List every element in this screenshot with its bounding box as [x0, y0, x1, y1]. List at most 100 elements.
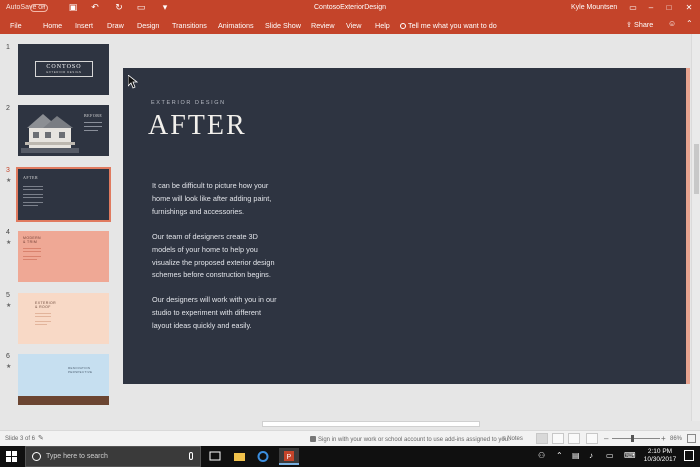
slide-sorter-view-icon[interactable] [552, 433, 564, 444]
people-icon[interactable]: ⚇ [538, 451, 545, 460]
zoom-in-icon[interactable]: + [661, 434, 666, 443]
paragraph-2-line: visualize the proposed exterior design [152, 257, 275, 267]
mouse-cursor-icon [128, 75, 138, 89]
collapse-ribbon-icon[interactable]: ⌃ [686, 19, 693, 28]
paragraph-2-line: models of your home to help you [152, 244, 258, 254]
thumbnail-2-title: BEFORE [84, 113, 103, 118]
thumbnail-4-text-line [23, 259, 37, 260]
slide-thumbnail-2[interactable]: BEFORE [18, 105, 109, 156]
notes-pane-divider [0, 421, 700, 430]
edge-browser-icon[interactable] [253, 448, 273, 465]
maximize-icon[interactable]: □ [662, 1, 676, 14]
thumbnail-2-text-line [84, 126, 102, 127]
slide-thumbnail-5[interactable]: EXTERIOR & ROOF [18, 293, 109, 344]
animation-star-icon: ★ [6, 364, 12, 370]
file-explorer-icon[interactable] [229, 448, 249, 465]
thumbnail-5-text-line [35, 321, 51, 322]
thumbnail-1-title-box: CONTOSO EXTERIOR DESIGN [35, 61, 93, 77]
show-hidden-icons-icon[interactable]: ⌃ [556, 451, 563, 460]
action-center-icon[interactable] [684, 450, 694, 461]
spell-check-icon[interactable]: ✎ [38, 434, 47, 443]
feedback-smiley-icon[interactable]: ☺ [668, 19, 676, 28]
fit-slide-icon[interactable] [687, 434, 696, 443]
tab-draw[interactable]: Draw [107, 21, 124, 30]
slide-paragraph-2[interactable]: Our team of designers create 3D models o… [152, 231, 292, 282]
tab-animations[interactable]: Animations [218, 21, 254, 30]
thumbnail-5-text-line [35, 316, 51, 317]
tab-view[interactable]: View [346, 21, 361, 30]
scrollbar-thumb[interactable] [694, 144, 699, 194]
thumbnail-2-text-line [84, 130, 98, 131]
clock-time: 2:10 PM [647, 448, 673, 455]
tab-insert[interactable]: Insert [75, 21, 93, 30]
signin-message[interactable]: Sign in with your work or school account… [310, 436, 510, 443]
thumbnail-5-text-line [35, 324, 47, 325]
clock-date: 10/30/2017 [643, 456, 677, 463]
thumbnail-4-text-line [23, 256, 41, 257]
reading-view-icon[interactable] [568, 433, 580, 444]
normal-view-icon[interactable] [536, 433, 548, 444]
slide-paragraph-1[interactable]: It can be difficult to picture how your … [152, 180, 292, 218]
tab-design[interactable]: Design [137, 21, 159, 30]
input-indicator-icon[interactable]: ⌨ [624, 451, 636, 460]
animation-star-icon: ★ [6, 178, 12, 184]
ribbon-tabs: File Home Insert Draw Design Transitions… [0, 16, 700, 34]
tab-transitions[interactable]: Transitions [172, 21, 207, 30]
tab-home[interactable]: Home [43, 21, 62, 30]
slide-paragraph-3[interactable]: Our designers will work with you in our … [152, 294, 292, 332]
thumbnail-number-3: 3 [6, 167, 10, 174]
svg-text:P: P [287, 454, 292, 461]
vertical-scrollbar[interactable] [691, 34, 700, 421]
tab-slide-show[interactable]: Slide Show [265, 21, 301, 30]
network-icon[interactable]: ▤ [572, 451, 580, 460]
user-name[interactable]: Kyle Mountsen [571, 4, 617, 11]
paragraph-1-line: furnishings and accessories. [152, 206, 245, 216]
zoom-level[interactable]: 86% [670, 436, 682, 442]
horizontal-scrollbar[interactable] [262, 421, 480, 427]
slide-thumbnail-1[interactable]: CONTOSO EXTERIOR DESIGN [18, 44, 109, 95]
powerpoint-taskbar-icon[interactable]: P [279, 448, 299, 465]
current-slide[interactable]: EXTERIOR DESIGN AFTER It can be difficul… [123, 68, 686, 384]
taskbar-search-box[interactable]: Type here to search [25, 446, 201, 467]
thumbnail-number-4: 4 [6, 229, 10, 236]
signin-text: Sign in with your work or school account… [318, 437, 510, 443]
zoom-out-icon[interactable]: – [604, 434, 608, 443]
paragraph-3-line: layout ideas quickly and easily. [152, 320, 252, 330]
thumbnail-3-title: AFTER [23, 175, 39, 180]
taskbar-clock[interactable]: 2:10 PM 10/30/2017 [642, 448, 678, 464]
tab-file[interactable]: File [10, 21, 22, 30]
slide-show-view-icon[interactable] [586, 433, 598, 444]
tell-me-box[interactable]: Tell me what you want to do [400, 21, 497, 30]
battery-icon[interactable]: ▭ [606, 451, 614, 460]
zoom-slider-handle[interactable] [631, 435, 634, 442]
paragraph-3-line: Our designers will work with you in our [152, 295, 277, 304]
thumbnail-number-6: 6 [6, 353, 10, 360]
tab-help[interactable]: Help [375, 21, 390, 30]
paragraph-2-line: schemes before construction begins. [152, 270, 271, 280]
house-image [21, 114, 79, 153]
slide-count: Slide 3 of 6 [5, 436, 36, 442]
ribbon-display-options-icon[interactable]: ▭ [626, 1, 640, 14]
slide-eyebrow[interactable]: EXTERIOR DESIGN [151, 100, 226, 106]
slide-thumbnail-3[interactable]: AFTER [16, 167, 111, 222]
share-button[interactable]: ⇪ Share [626, 20, 653, 29]
zoom-slider[interactable] [612, 438, 660, 439]
microphone-icon[interactable] [189, 452, 193, 460]
title-bar: AutoSave Off ▣ ↶ ↻ ▭ ▾ ContosoExteriorDe… [0, 0, 700, 16]
slide-thumbnail-6[interactable]: RENOVATION PERSPECTIVE [18, 354, 109, 405]
thumbnail-3-text-line [23, 205, 38, 206]
tell-me-placeholder: Tell me what you want to do [408, 21, 497, 30]
windows-start-icon[interactable] [6, 451, 17, 462]
minimize-icon[interactable]: – [644, 1, 658, 14]
task-view-icon[interactable] [205, 448, 225, 465]
taskbar-search-placeholder: Type here to search [46, 453, 108, 460]
notes-button[interactable]: ≡ Notes [502, 436, 523, 442]
lightbulb-icon [400, 23, 406, 29]
slide-thumbnail-4[interactable]: MODERN & TRIM [18, 231, 109, 282]
paragraph-2-line: Our team of designers create 3D [152, 232, 258, 241]
tab-review[interactable]: Review [311, 21, 335, 30]
volume-icon[interactable]: ♪ [589, 451, 593, 460]
close-icon[interactable]: ✕ [682, 1, 696, 14]
animation-star-icon: ★ [6, 240, 12, 246]
slide-title[interactable]: AFTER [148, 110, 247, 142]
